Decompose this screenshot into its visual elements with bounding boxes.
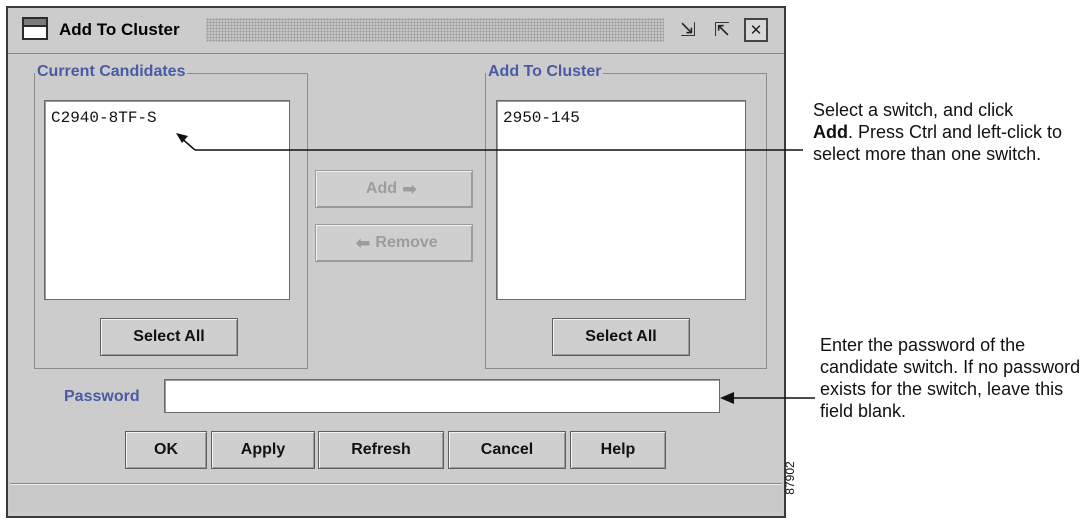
minimize-icon[interactable]: ⇲ [674,16,702,44]
right-arrow-icon: ➡ [402,178,418,200]
password-label: Password [64,388,140,405]
close-icon[interactable]: ✕ [744,18,768,42]
list-item[interactable]: 2950-145 [503,109,580,127]
title-bar-texture [206,18,664,42]
select-all-candidates-button[interactable]: Select All [100,318,238,356]
add-to-cluster-legend: Add To Cluster [486,63,604,81]
maximize-icon[interactable]: ⇱ [708,16,736,44]
apply-button[interactable]: Apply [211,431,315,469]
current-candidates-legend: Current Candidates [35,63,188,81]
window-icon [22,17,48,40]
select-all-cluster-button[interactable]: Select All [552,318,690,356]
add-to-cluster-window: Add To Cluster ⇲ ⇱ ✕ Current Candidates … [6,6,786,518]
status-bar [10,483,782,512]
refresh-button[interactable]: Refresh [318,431,444,469]
add-callout-line1: Select a switch, and click [813,100,1014,120]
password-instructions-callout: Enter the password of the candidate swit… [820,335,1081,421]
add-callout-bold: Add [813,122,848,142]
left-arrow-icon: ⬅ [355,232,371,254]
help-button[interactable]: Help [570,431,666,469]
password-field[interactable] [164,379,720,413]
title-bar[interactable]: Add To Cluster ⇲ ⇱ ✕ [8,8,784,54]
add-button-label: Add [365,180,397,197]
add-button[interactable]: Add ➡ [315,170,473,208]
remove-button-label: Remove [375,234,438,251]
ok-button[interactable]: OK [125,431,207,469]
remove-button[interactable]: ⬅ Remove [315,224,473,262]
figure-number: 87902 [783,461,797,495]
add-to-cluster-list[interactable]: 2950-145 [496,100,746,300]
window-title: Add To Cluster [59,20,180,39]
add-callout-rest: . Press Ctrl and left-click to select mo… [813,122,1063,164]
add-instructions-callout: Select a switch, and click Add. Press Ctr… [813,99,1089,165]
cancel-button[interactable]: Cancel [448,431,566,469]
current-candidates-list[interactable]: C2940-8TF-S [44,100,290,300]
list-item[interactable]: C2940-8TF-S [51,109,157,127]
